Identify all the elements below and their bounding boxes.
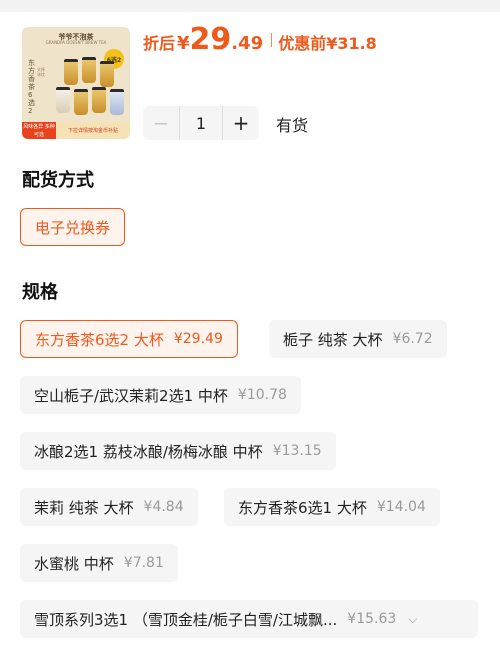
- spec-option-expandable[interactable]: 雪顶系列3选1 （雪顶金桂/栀子白雪/江城飘... ¥15.63 ⌵: [20, 600, 478, 638]
- decrease-quantity-button[interactable]: −: [143, 106, 179, 140]
- price-row: 折后 ¥ 29 .49 优惠前 ¥31.8: [143, 22, 377, 58]
- price-decimal: .49: [231, 33, 264, 54]
- original-price: ¥31.8: [326, 34, 377, 53]
- spec-option[interactable]: 茉莉 纯茶 大杯 ¥4.84: [20, 488, 198, 526]
- quantity-value[interactable]: 1: [179, 106, 223, 140]
- spec-option-label: 茉莉 纯茶 大杯: [34, 498, 134, 517]
- delivery-option-label: 电子兑换券: [35, 218, 111, 237]
- delivery-option-e-voucher[interactable]: 电子兑换券: [20, 208, 126, 246]
- spec-option-price: ¥13.15: [272, 443, 322, 459]
- spec-option[interactable]: 东方香茶6选2 大杯 ¥29.49: [20, 320, 238, 358]
- chevron-down-icon[interactable]: ⌵: [408, 612, 417, 627]
- product-image-promo-left: 风味各异 多种可选: [22, 122, 56, 139]
- tea-cup-icon: [110, 89, 124, 115]
- increase-quantity-button[interactable]: +: [223, 106, 259, 140]
- stock-status: 有货: [276, 116, 309, 135]
- spec-option-price: ¥14.04: [376, 499, 426, 515]
- tea-cup-icon: [56, 87, 70, 113]
- spec-option-label: 栀子 纯茶 大杯: [283, 330, 383, 349]
- spec-option-price: ¥6.72: [392, 331, 433, 347]
- spec-option-price: ¥4.84: [143, 499, 184, 515]
- spec-option[interactable]: 水蜜桃 中杯 ¥7.81: [20, 544, 178, 582]
- spec-option-price: ¥29.49: [173, 331, 223, 347]
- delivery-section-title: 配货方式: [22, 170, 94, 191]
- tea-cup-icon: [92, 87, 106, 113]
- product-image-brand-sub: GRANDPA DOESN'T BREW TEA: [45, 40, 107, 45]
- spec-option[interactable]: 冰酿2选1 荔枝冰酿/杨梅冰酿 中杯 ¥13.15: [20, 432, 336, 470]
- product-image[interactable]: 爷爷不泡茶 GRANDPA DOESN'T BREW TEA 6选2 东方香茶6…: [22, 27, 130, 139]
- tea-cup-icon: [100, 61, 114, 87]
- spec-option[interactable]: 东方香茶6选1 大杯 ¥14.04: [224, 488, 440, 526]
- top-divider-bar: [0, 0, 500, 12]
- product-image-vertical-sub: 大杯 冰饮: [37, 67, 45, 77]
- spec-option-label: 雪顶系列3选1 （雪顶金桂/栀子白雪/江城飘...: [34, 610, 338, 629]
- spec-option-label: 冰酿2选1 荔枝冰酿/杨梅冰酿 中杯: [34, 442, 263, 461]
- spec-section-title: 规格: [22, 282, 58, 303]
- tea-cup-icon: [82, 57, 96, 83]
- spec-option-price: ¥10.78: [237, 387, 287, 403]
- spec-option-label: 东方香茶6选2 大杯: [35, 330, 164, 349]
- price-currency: ¥: [177, 33, 190, 54]
- spec-option-label: 东方香茶6选1 大杯: [238, 498, 367, 517]
- tea-cup-icon: [74, 89, 88, 115]
- quantity-stepper: − 1 +: [143, 106, 259, 140]
- spec-option-price: ¥7.81: [123, 555, 164, 571]
- tea-cup-icon: [64, 59, 78, 85]
- spec-option-label: 空山栀子/武汉茉莉2选1 中杯: [34, 386, 228, 405]
- spec-option-price: ¥15.63: [347, 611, 397, 627]
- price-divider: [271, 33, 273, 47]
- discount-price-label: 折后: [143, 34, 176, 53]
- spec-option-label: 水蜜桃 中杯: [34, 554, 114, 573]
- price-integer: 29: [189, 22, 232, 57]
- spec-option[interactable]: 栀子 纯茶 大杯 ¥6.72: [269, 320, 447, 358]
- spec-option[interactable]: 空山栀子/武汉茉莉2选1 中杯 ¥10.78: [20, 376, 301, 414]
- original-price-label: 优惠前: [278, 34, 327, 53]
- product-image-promo-right: 下拉详情按淘金币补贴: [56, 122, 130, 139]
